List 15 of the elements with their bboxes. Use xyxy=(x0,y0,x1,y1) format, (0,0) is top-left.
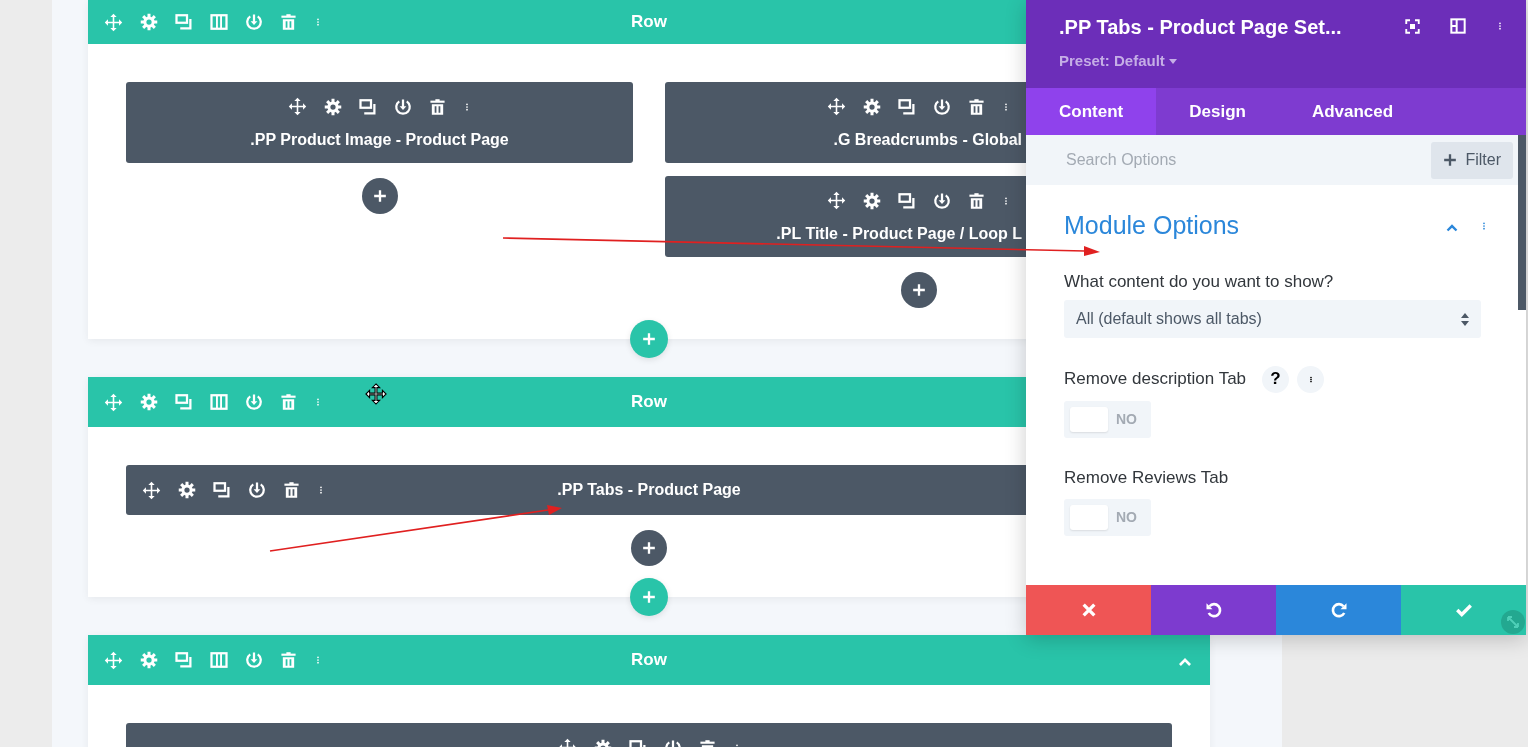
panel-tab[interactable]: Content xyxy=(1026,88,1157,135)
module-title: .PP Tabs - Product Page xyxy=(557,480,741,500)
preset-dropdown[interactable]: Preset: Default xyxy=(1059,50,1526,73)
row-title: Row xyxy=(631,11,667,34)
module-title: .PL Title - Product Page / Loop L xyxy=(776,225,1022,242)
row-title: Row xyxy=(631,649,667,672)
module-card[interactable]: .PP Product Image - Product Page xyxy=(126,82,633,163)
field-label: What content do you want to show? xyxy=(1064,270,1335,293)
row-title: Row xyxy=(631,391,667,414)
filter-button[interactable]: Filter xyxy=(1431,141,1513,179)
help-button[interactable]: ? xyxy=(1262,366,1290,394)
select-field[interactable]: All (default shows all tabs) xyxy=(1064,300,1481,339)
module-title: .PP Product Image - Product Page xyxy=(250,131,509,148)
panel-tab[interactable]: Advanced xyxy=(1278,88,1427,135)
module-title: .G Breadcrumbs - Global xyxy=(833,131,1022,148)
